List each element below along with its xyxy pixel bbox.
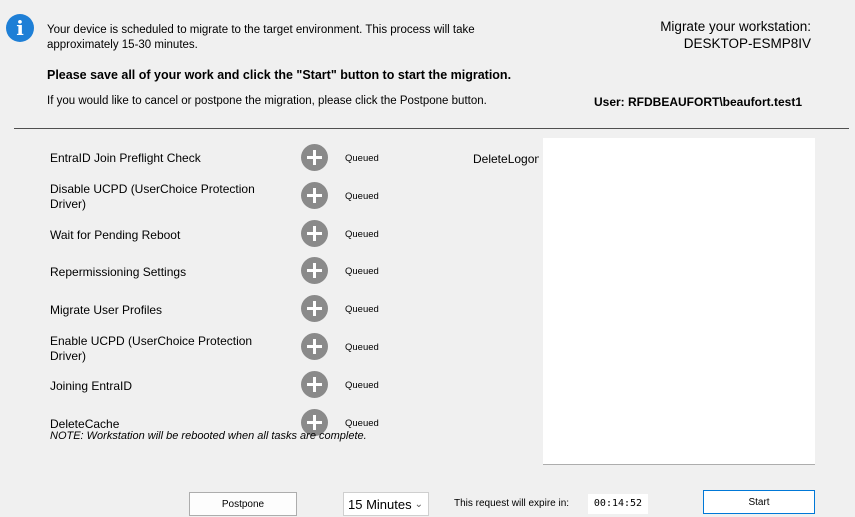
plus-circle-icon xyxy=(301,182,328,209)
task-status: Queued xyxy=(345,229,379,240)
plus-circle-icon xyxy=(301,333,328,360)
postpone-duration-select[interactable]: 15 Minutes ⌄ xyxy=(343,492,429,516)
side-task-label: DeleteLogon xyxy=(473,152,539,166)
task-status: Queued xyxy=(345,191,379,202)
countdown-timer: 00:14:52 xyxy=(588,494,648,514)
workstation-name: DESKTOP-ESMP8IV xyxy=(683,36,811,51)
task-label: Migrate User Profiles xyxy=(50,303,163,317)
schedule-message: Your device is scheduled to migrate to t… xyxy=(47,24,475,51)
plus-circle-icon xyxy=(301,295,328,322)
chevron-down-icon: ⌄ xyxy=(414,499,423,510)
task-status: Queued xyxy=(345,418,379,429)
task-status: Queued xyxy=(345,380,379,391)
plus-circle-icon xyxy=(301,371,328,398)
postpone-duration-value: 15 Minutes xyxy=(348,497,412,512)
start-button[interactable]: Start xyxy=(703,490,815,514)
expire-label: This request will expire in: xyxy=(454,498,570,509)
plus-circle-icon xyxy=(301,257,328,284)
task-label: Repermissioning Settings xyxy=(50,265,187,279)
task-label: Wait for Pending Reboot xyxy=(50,228,181,242)
workstation-info: Migrate your workstation: DESKTOP-ESMP8I… xyxy=(660,18,811,52)
task-status: Queued xyxy=(345,153,379,164)
task-label: EntraID Join Preflight Check xyxy=(50,151,201,165)
postpone-info-message: If you would like to cancel or postpone … xyxy=(47,95,487,107)
log-panel[interactable] xyxy=(543,138,815,465)
task-status: Queued xyxy=(345,266,379,277)
plus-circle-icon xyxy=(301,220,328,247)
task-label: Joining EntraID xyxy=(50,379,133,393)
save-work-message: Please save all of your work and click t… xyxy=(47,68,512,82)
task-status: Queued xyxy=(345,342,379,353)
header-divider xyxy=(14,128,849,129)
info-icon: i xyxy=(6,14,34,42)
postpone-button[interactable]: Postpone xyxy=(189,492,297,516)
reboot-note: NOTE: Workstation will be rebooted when … xyxy=(50,430,367,442)
user-label: User: RFDBEAUFORT\beaufort.test1 xyxy=(594,95,803,109)
task-label: Enable UCPD (UserChoice Protection Drive… xyxy=(50,334,253,363)
task-label: Disable UCPD (UserChoice Protection Driv… xyxy=(50,182,255,211)
plus-circle-icon xyxy=(301,144,328,171)
task-status: Queued xyxy=(345,304,379,315)
workstation-label: Migrate your workstation: xyxy=(660,19,811,34)
